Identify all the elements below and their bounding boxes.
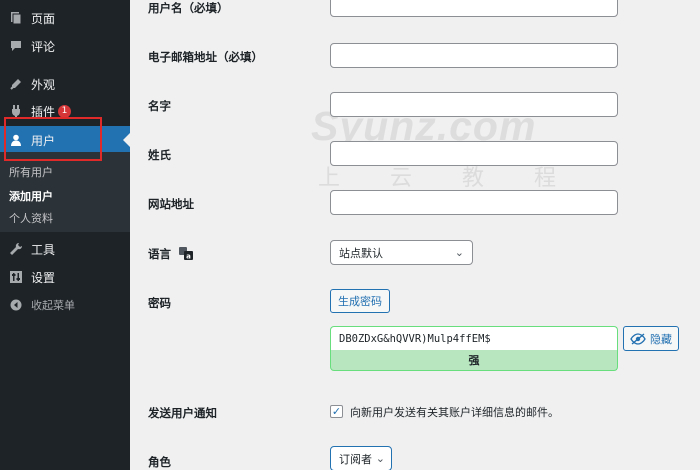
translation-icon: a (179, 246, 194, 263)
email-label: 电子邮箱地址（必填） (148, 50, 263, 64)
language-label-text: 语言 (148, 247, 171, 261)
highlight-annotation (4, 117, 102, 161)
role-label: 角色 (148, 455, 171, 469)
lastname-field[interactable] (330, 141, 618, 166)
notify-label: 发送用户通知 (148, 406, 217, 420)
role-select-value: 订阅者 (339, 452, 372, 466)
sidebar-item-label: 设置 (31, 270, 56, 285)
language-select[interactable]: 站点默认 ⌄ (330, 240, 473, 265)
settings-icon (9, 270, 23, 284)
collapse-menu-button[interactable]: 收起菜单 (0, 291, 130, 319)
password-value: DB0ZDxG&hQVVR)Mulp4ffEM$ (339, 332, 491, 345)
chevron-down-icon: ⌄ (454, 246, 464, 259)
lastname-label: 姓氏 (148, 148, 171, 162)
submenu-item-profile[interactable]: 个人资料 (9, 210, 53, 226)
sidebar-item-appearance[interactable]: 外观 (0, 70, 130, 98)
website-label: 网站地址 (148, 197, 194, 211)
svg-text:a: a (186, 252, 191, 260)
generate-password-button[interactable]: 生成密码 (330, 289, 390, 313)
website-field[interactable] (330, 190, 618, 215)
active-menu-arrow (123, 133, 130, 147)
notify-description: 向新用户发送有关其账户详细信息的邮件。 (350, 406, 559, 419)
users-submenu: 所有用户 添加用户 个人资料 (0, 152, 130, 232)
eye-slash-icon (630, 332, 646, 345)
chevron-down-icon: ⌄ (375, 452, 385, 465)
firstname-label: 名字 (148, 99, 171, 113)
sidebar-item-label: 页面 (31, 11, 56, 26)
sidebar-item-tools[interactable]: 工具 (0, 235, 130, 263)
pages-icon (9, 11, 23, 25)
sidebar-item-settings[interactable]: 设置 (0, 263, 130, 291)
notify-checkbox[interactable]: ✓ (330, 405, 343, 418)
add-user-form: Syunz.com 上云教程 用户名（必填） 电子邮箱地址（必填） 名字 姓氏 … (130, 0, 700, 470)
plugins-icon (9, 104, 23, 118)
sidebar-item-comments[interactable]: 评论 (0, 32, 130, 60)
comments-icon (9, 39, 23, 53)
language-label: 语言 a (148, 246, 194, 263)
password-strength-indicator: 强 (330, 350, 618, 371)
plugins-update-badge: 1 (58, 104, 72, 118)
password-label: 密码 (148, 296, 171, 310)
collapse-icon (9, 298, 23, 312)
password-field[interactable]: DB0ZDxG&hQVVR)Mulp4ffEM$ (330, 326, 618, 350)
submenu-item-add-user[interactable]: 添加用户 (9, 188, 53, 204)
hide-password-label: 隐藏 (650, 332, 672, 346)
firstname-field[interactable] (330, 92, 618, 117)
checkmark-icon: ✓ (331, 405, 342, 418)
admin-sidebar: 页面 评论 外观 插件 1 用户 所有用户 添加用户 个人资料 工具 设置 收起… (0, 0, 130, 470)
sidebar-item-label: 工具 (31, 242, 56, 257)
language-select-value: 站点默认 (339, 246, 383, 260)
sidebar-item-label: 收起菜单 (31, 299, 75, 312)
sidebar-item-label: 外观 (31, 77, 56, 92)
hide-password-button[interactable]: 隐藏 (623, 326, 679, 351)
tools-icon (9, 242, 23, 256)
appearance-icon (9, 77, 23, 91)
username-field[interactable] (330, 0, 618, 17)
sidebar-item-label: 评论 (31, 39, 56, 54)
role-select[interactable]: 订阅者 ⌄ (330, 446, 392, 470)
username-label: 用户名（必填） (148, 1, 229, 15)
submenu-item-all-users[interactable]: 所有用户 (9, 164, 53, 180)
email-field[interactable] (330, 43, 618, 68)
sidebar-item-pages[interactable]: 页面 (0, 4, 130, 32)
